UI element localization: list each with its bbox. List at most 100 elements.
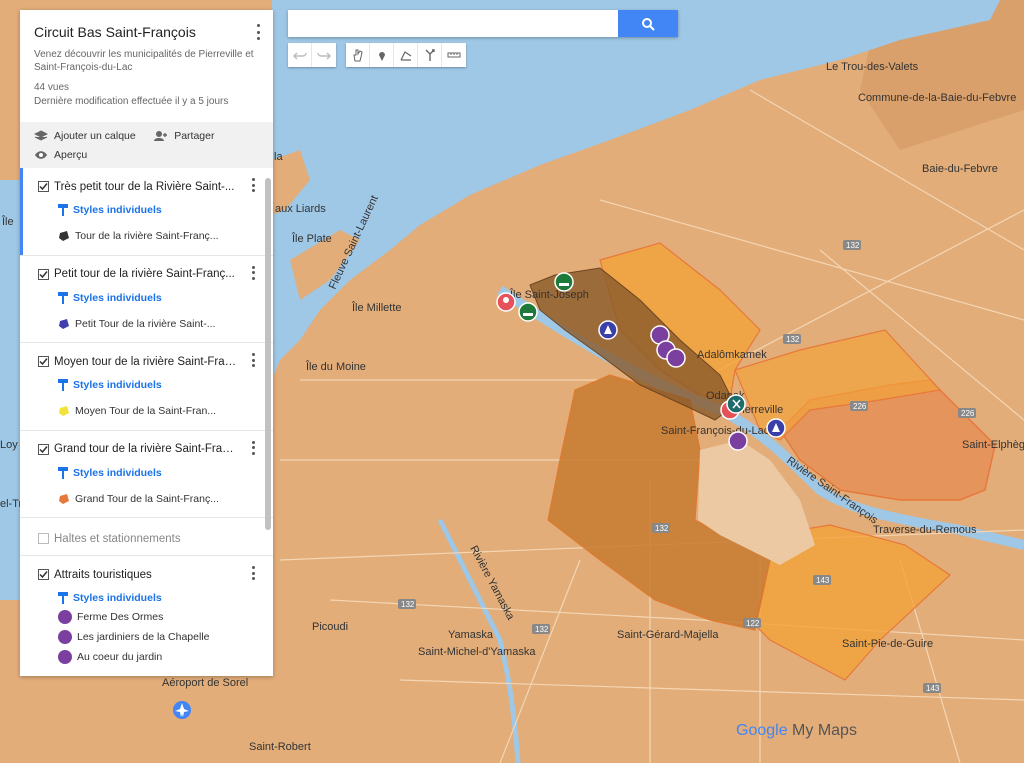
- svg-text:Picoudi: Picoudi: [312, 621, 348, 633]
- polygon-icon: [59, 318, 69, 329]
- check-icon: [39, 183, 48, 191]
- undo-button[interactable]: [288, 43, 312, 67]
- svg-text:122: 122: [746, 619, 760, 628]
- layer-title[interactable]: Haltes et stationnements: [54, 533, 181, 545]
- individual-styles-link[interactable]: Styles individuels: [58, 592, 273, 604]
- layer-attraits-touristiques[interactable]: Attraits touristiques Styles individuels…: [20, 556, 273, 664]
- measure-button[interactable]: [442, 43, 466, 67]
- layer-options-menu-icon[interactable]: [249, 566, 257, 580]
- svg-text:Île Plate: Île Plate: [291, 232, 332, 245]
- attraction-item[interactable]: Ferme Des Ormes: [58, 610, 273, 624]
- add-person-icon: [154, 131, 168, 141]
- layer-moyen-tour[interactable]: Moyen tour de la rivière Saint-Fran... S…: [20, 343, 273, 431]
- layer-options-menu-icon[interactable]: [249, 440, 257, 455]
- search-button[interactable]: [618, 10, 678, 37]
- layer-title[interactable]: Attraits touristiques: [54, 569, 152, 581]
- layer-options-menu-icon[interactable]: [249, 353, 257, 367]
- layer-feature[interactable]: Petit Tour de la rivière Saint-...: [58, 318, 273, 330]
- svg-text:Île du Moine: Île du Moine: [305, 360, 366, 373]
- svg-text:132: 132: [535, 625, 549, 634]
- svg-text:Île: Île: [1, 215, 14, 228]
- paint-roller-icon: [58, 204, 68, 216]
- map-toolbar: [288, 43, 466, 67]
- polygon-icon: [59, 493, 69, 504]
- directions-button[interactable]: [418, 43, 442, 67]
- layer-feature[interactable]: Moyen Tour de la Saint-Fran...: [58, 405, 273, 417]
- svg-text:226: 226: [853, 402, 867, 411]
- redo-button[interactable]: [312, 43, 336, 67]
- layer-checkbox[interactable]: [38, 356, 49, 368]
- individual-styles-link[interactable]: Styles individuels: [58, 379, 273, 391]
- svg-text:143: 143: [816, 576, 830, 585]
- svg-text:Saint-Robert: Saint-Robert: [249, 741, 311, 753]
- wheat-icon: [58, 610, 72, 624]
- wheat-marker-icon[interactable]: [728, 431, 748, 451]
- share-button[interactable]: Partager: [154, 128, 214, 144]
- layer-tres-petit-tour[interactable]: Très petit tour de la Rivière Saint-... …: [20, 168, 273, 256]
- map-title[interactable]: Circuit Bas Saint-François: [34, 24, 259, 40]
- svg-text:132: 132: [786, 335, 800, 344]
- undo-icon: [292, 52, 307, 60]
- layer-title[interactable]: Très petit tour de la Rivière Saint-...: [54, 181, 234, 193]
- svg-text:Saint-Pie-de-Guire: Saint-Pie-de-Guire: [842, 638, 933, 650]
- layer-options-menu-icon[interactable]: [249, 265, 257, 280]
- svg-text:Yamaska: Yamaska: [448, 629, 494, 641]
- panel-scrollbar[interactable]: [265, 178, 271, 530]
- layer-petit-tour[interactable]: Petit tour de la rivière Saint-Franç... …: [20, 256, 273, 343]
- map-description[interactable]: Venez découvrir les municipalités de Pie…: [34, 48, 259, 74]
- svg-text:132: 132: [846, 241, 860, 250]
- add-marker-button[interactable]: [370, 43, 394, 67]
- svg-text:Commune-de-la-Baie-du-Febvre: Commune-de-la-Baie-du-Febvre: [858, 92, 1016, 104]
- svg-text:Saint-Gérard-Majella: Saint-Gérard-Majella: [617, 629, 719, 641]
- search-bar: [288, 10, 678, 37]
- boat-marker-icon[interactable]: [554, 272, 574, 292]
- svg-text:132: 132: [401, 600, 415, 609]
- layer-haltes-stationnements[interactable]: Haltes et stationnements: [20, 518, 273, 556]
- layer-feature[interactable]: Grand Tour de la Saint-Franç...: [58, 493, 273, 505]
- hand-tool-button[interactable]: [346, 43, 370, 67]
- map-options-menu-icon[interactable]: [253, 24, 263, 40]
- svg-text:Aéroport de Sorel: Aéroport de Sorel: [162, 677, 248, 689]
- layer-checkbox[interactable]: [38, 569, 49, 581]
- layer-title[interactable]: Grand tour de la rivière Saint-Fran...: [54, 443, 238, 455]
- layer-checkbox[interactable]: [38, 181, 49, 193]
- layer-checkbox[interactable]: [38, 268, 49, 280]
- hand-icon: [352, 49, 363, 62]
- svg-text:Saint-François-du-Lac: Saint-François-du-Lac: [661, 425, 770, 437]
- layer-checkbox[interactable]: [38, 533, 49, 545]
- check-icon: [39, 358, 48, 366]
- polygon-icon: [59, 406, 69, 416]
- attraction-item[interactable]: Au coeur du jardin: [58, 650, 273, 664]
- svg-text:aux Liards: aux Liards: [275, 203, 326, 215]
- svg-text:132: 132: [655, 524, 669, 533]
- attraction-item[interactable]: Les jardiniers de la Chapelle: [58, 630, 273, 644]
- search-input[interactable]: [288, 10, 618, 37]
- layer-title[interactable]: Petit tour de la rivière Saint-Franç...: [54, 268, 235, 280]
- layer-grand-tour[interactable]: Grand tour de la rivière Saint-Fran... S…: [20, 431, 273, 518]
- check-icon: [39, 270, 48, 278]
- preview-button[interactable]: Aperçu: [34, 147, 87, 163]
- paint-roller-icon: [58, 379, 68, 391]
- individual-styles-link[interactable]: Styles individuels: [58, 291, 273, 304]
- layer-list: Très petit tour de la Rivière Saint-... …: [20, 168, 273, 518]
- boat-marker-icon[interactable]: [518, 302, 538, 322]
- wheat-marker-icon[interactable]: [666, 348, 686, 368]
- layer-options-menu-icon[interactable]: [249, 178, 257, 192]
- svg-text:Île Saint-Joseph: Île Saint-Joseph: [509, 288, 589, 301]
- svg-text:Saint-Elphège: Saint-Elphège: [962, 439, 1024, 451]
- add-layer-button[interactable]: Ajouter un calque: [34, 128, 136, 144]
- google-my-maps-logo: Google My Maps: [736, 722, 857, 739]
- last-modified: Dernière modification effectuée il y a 5…: [34, 96, 229, 107]
- layer-checkbox[interactable]: [38, 443, 49, 455]
- layer-feature[interactable]: Tour de la rivière Saint-Franç...: [58, 230, 273, 242]
- draw-line-button[interactable]: [394, 43, 418, 67]
- svg-text:la: la: [274, 151, 283, 163]
- check-icon: [39, 571, 48, 579]
- ruler-icon: [447, 52, 461, 58]
- layer-title[interactable]: Moyen tour de la rivière Saint-Fran...: [54, 356, 238, 368]
- svg-text:Le Trou-des-Valets: Le Trou-des-Valets: [826, 61, 919, 73]
- panel-actions: Ajouter un calque Partager Aperçu: [20, 122, 273, 168]
- individual-styles-link[interactable]: Styles individuels: [58, 204, 273, 216]
- individual-styles-link[interactable]: Styles individuels: [58, 466, 273, 479]
- svg-text:Saint-Michel-d'Yamaska: Saint-Michel-d'Yamaska: [418, 646, 536, 658]
